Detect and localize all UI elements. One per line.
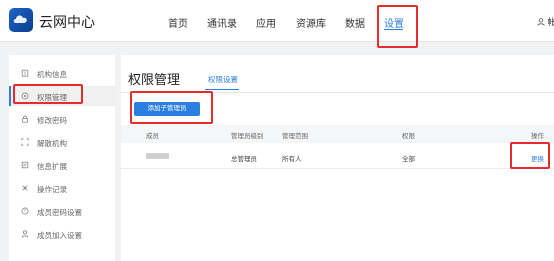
record-icon [22, 185, 28, 191]
nav-home[interactable]: 首页 [168, 15, 188, 30]
sidebar-item-label: 解散机构 [37, 139, 67, 148]
sidebar-item-label: 机构信息 [37, 70, 67, 79]
person-icon [537, 18, 545, 26]
member-name-redacted [146, 153, 169, 159]
sidebar-item-label: 信息扩展 [37, 162, 67, 171]
app-logo-icon [9, 8, 33, 32]
nav-data[interactable]: 数据 [345, 15, 365, 30]
app-title: 云网中心 [39, 14, 95, 30]
table-row: 总管理员 所有人 全部 更换 [121, 143, 554, 169]
user-add-icon [21, 230, 29, 238]
sidebar-item-label: 操作记录 [37, 185, 67, 194]
cell-admin-level: 总管理员 [231, 156, 257, 163]
tab-active-indicator [205, 89, 239, 90]
top-bar: 云网中心 首页 通讯录 应用 资源库 数据 设置 帐 [0, 0, 554, 42]
tab-permission-settings[interactable]: 权限设置 [208, 74, 238, 85]
extend-icon [21, 161, 29, 169]
highlight-box [377, 5, 418, 48]
sidebar-item-operation-log[interactable]: 操作记录 [9, 178, 115, 198]
nav-apps[interactable]: 应用 [256, 15, 276, 30]
highlight-box [130, 91, 213, 124]
cell-scope: 所有人 [282, 156, 302, 163]
sidebar-item-label: 修改密码 [37, 116, 67, 125]
col-scope: 管理范围 [282, 133, 308, 140]
user-menu[interactable]: 帐 [537, 15, 554, 28]
table-header: 成员 管理员级别 管理范围 权限 操作 [121, 125, 554, 143]
sidebar-item-label: 成员加入设置 [37, 231, 82, 240]
page-title: 权限管理 [128, 72, 181, 87]
sidebar-item-org-info[interactable]: 机构信息 [9, 63, 115, 83]
col-admin-level: 管理员级别 [231, 133, 264, 140]
nav-contacts[interactable]: 通讯录 [207, 15, 237, 30]
sidebar-item-dissolve-org[interactable]: 解散机构 [9, 132, 115, 152]
main-panel: 权限管理 权限设置 添加子管理员 成员 管理员级别 管理范围 权限 操作 总管理… [121, 55, 554, 261]
nav-resources[interactable]: 资源库 [296, 15, 326, 30]
sidebar-item-info-extend[interactable]: 信息扩展 [9, 155, 115, 175]
dissolve-icon [21, 138, 29, 146]
building-icon [21, 69, 29, 77]
lock-icon [22, 115, 28, 123]
sidebar-item-label: 成员密码设置 [37, 208, 82, 217]
sidebar-item-member-password[interactable]: 成员密码设置 [9, 201, 115, 221]
highlight-box [13, 84, 83, 104]
sidebar-item-member-join[interactable]: 成员加入设置 [9, 224, 115, 244]
highlight-box [510, 142, 550, 169]
key-icon [21, 207, 29, 215]
col-permission: 权限 [402, 133, 415, 140]
user-label: 帐 [547, 17, 554, 27]
col-action: 操作 [531, 133, 544, 140]
col-member: 成员 [146, 133, 159, 140]
cell-permission: 全部 [402, 156, 415, 163]
sidebar-item-change-password[interactable]: 修改密码 [9, 109, 115, 129]
